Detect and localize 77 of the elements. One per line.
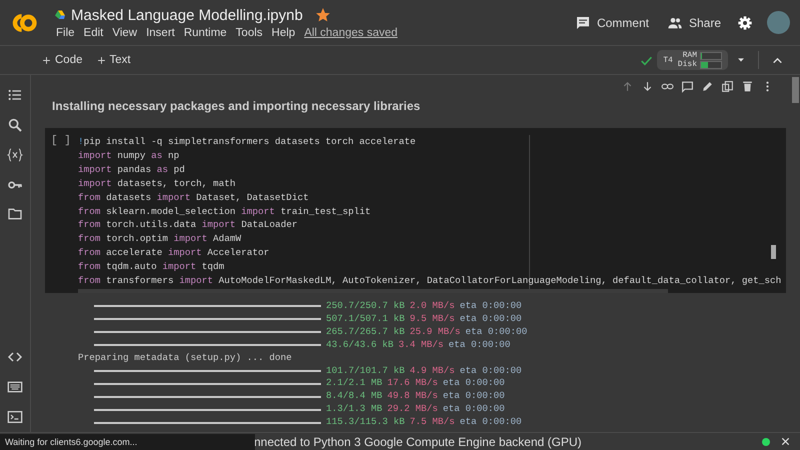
eta-text: eta 0:00:00 <box>460 312 522 326</box>
plus-icon <box>96 56 106 64</box>
insert-button[interactable]: Text <box>92 52 135 68</box>
comment-icon[interactable] <box>681 80 694 93</box>
code-line: from torch.utils.data import DataLoader <box>78 218 298 232</box>
code-line: from accelerate import Accelerator <box>78 246 270 260</box>
download-speed: 9.5 MB/s <box>410 312 455 326</box>
trash-icon[interactable] <box>741 80 754 93</box>
settings-icon[interactable] <box>737 14 753 30</box>
arrow-down-icon[interactable] <box>641 80 654 93</box>
eta-text: eta 0:00:00 <box>442 390 505 404</box>
download-size: 2.1/2.1 MB <box>326 377 382 390</box>
section-heading: Installing necessary packages and importing necessary libraries <box>51 98 422 115</box>
eta-text: eta 0:00:00 <box>460 364 522 378</box>
download-speed: 3.4 MB/s <box>398 338 444 352</box>
close-icon[interactable] <box>780 436 791 447</box>
download-size: 115.3/115.3 kB <box>326 416 405 430</box>
menu-item[interactable]: File <box>56 26 75 38</box>
code-line: from datasets import Dataset, DatasetDict <box>78 190 309 205</box>
comment-button[interactable]: Comment <box>572 12 651 32</box>
menu-item[interactable]: Help <box>272 26 296 38</box>
comment-icon <box>574 14 591 30</box>
download-speed: 7.5 MB/s <box>410 416 455 430</box>
keyboard-icon[interactable] <box>7 379 23 396</box>
code-line: import numpy as np <box>78 148 180 163</box>
meter-label: Disk <box>678 60 697 69</box>
share-button[interactable]: Share <box>664 12 723 32</box>
download-speed: 29.2 MB/s <box>387 403 438 416</box>
download-size: 265.7/265.7 kB <box>326 326 405 339</box>
arrow-up-icon[interactable] <box>621 80 634 93</box>
run-button[interactable]: [ ] <box>51 135 78 293</box>
notebook-title[interactable]: Masked Language Modelling.ipynb <box>71 6 303 24</box>
code-line: import datasets, torch, math <box>78 176 236 191</box>
download-speed: 4.9 MB/s <box>410 364 455 378</box>
drive-icon <box>54 9 66 21</box>
plus-icon <box>42 56 51 64</box>
download-size: 8.4/8.4 MB <box>326 390 382 404</box>
menu-item[interactable]: Insert <box>146 26 175 38</box>
download-size: 507.1/507.1 kB <box>326 312 405 326</box>
meter-label: RAM <box>682 51 697 60</box>
avatar-circle[interactable] <box>767 11 790 34</box>
code-line: import pandas as pd <box>78 162 185 177</box>
eta-text: eta 0:00:00 <box>460 300 522 313</box>
eta-text: eta 0:00:00 <box>465 326 528 339</box>
insert-button[interactable]: Code <box>38 52 86 68</box>
search-icon[interactable] <box>7 116 23 133</box>
code-line: from torch.optim import AdamW <box>78 232 242 246</box>
download-size: 250.7/250.7 kB <box>326 300 405 313</box>
eta-text: eta 0:00:00 <box>448 338 510 352</box>
folder-icon[interactable] <box>7 206 23 222</box>
menu-item[interactable]: Runtime <box>184 26 227 38</box>
download-speed: 25.9 MB/s <box>410 326 460 339</box>
terminal-icon[interactable] <box>7 409 23 426</box>
download-speed: 17.6 MB/s <box>387 377 438 390</box>
eta-text: eta 0:00:00 <box>460 416 522 430</box>
download-size: 1.3/1.3 MB <box>326 403 382 416</box>
eta-text: eta 0:00:00 <box>442 403 505 416</box>
mirror-icon[interactable] <box>721 80 734 93</box>
download-size: 43.6/43.6 kB <box>326 338 394 352</box>
save-status-link[interactable]: All changes saved <box>304 26 398 38</box>
eta-text: eta 0:00:00 <box>442 377 505 390</box>
pencil-icon[interactable] <box>701 80 714 93</box>
code-line: from sklearn.model_selection import train_test_split <box>78 204 371 218</box>
code-line: !pip install -q simpletransformers datasets torch accelerate <box>78 135 416 149</box>
loading-tooltip: Waiting for clients6.google.com... <box>0 434 255 450</box>
star-icon[interactable] <box>316 8 330 22</box>
download-size: 101.7/101.7 kB <box>326 364 405 378</box>
menu-item[interactable]: Tools <box>236 26 263 38</box>
output-text: Preparing metadata (setup.py) ... done <box>78 352 293 365</box>
menu-item[interactable]: Edit <box>84 26 104 38</box>
download-speed: 2.0 MB/s <box>410 300 455 313</box>
status-message: nnected to Python 3 Google Compute Engine backend (GPU) <box>254 434 583 448</box>
download-speed: 49.8 MB/s <box>387 390 438 404</box>
variables-icon[interactable] <box>7 146 23 163</box>
code-line: from transformers import AutoModelForMaskedLM, AutoTokenizer, DataCollatorForLanguageModeling, default_data_collator, get_sch <box>78 274 782 288</box>
menu-item[interactable]: View <box>112 26 138 38</box>
code-line: from tqdm.auto import tqdm <box>78 260 224 274</box>
